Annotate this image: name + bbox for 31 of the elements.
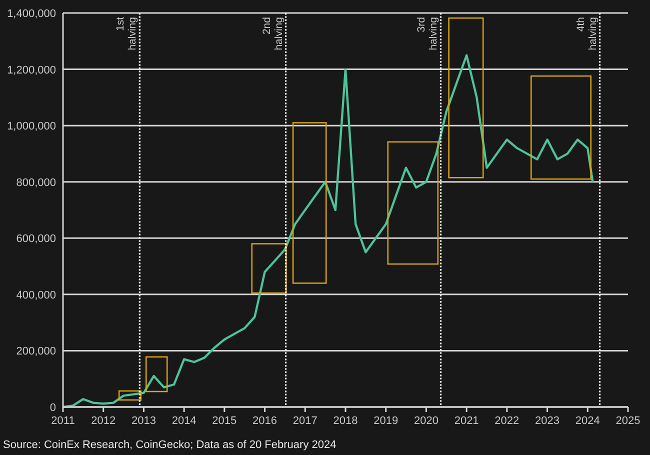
halving-label: 2nd halving (260, 17, 285, 50)
y-tick-label: 800,000 (16, 176, 56, 189)
y-tick-label: 200,000 (16, 346, 56, 358)
y-tick-label: 1,400,000 (7, 8, 56, 20)
highlight-frame (118, 390, 142, 401)
x-tick-label: 2019 (374, 415, 398, 427)
highlight-frame (145, 356, 168, 392)
y-tick-label: 600,000 (16, 233, 56, 246)
halving-label: 3rd halving (416, 17, 440, 50)
x-tick-label: 2014 (172, 415, 196, 427)
halving-label: 1st halving (114, 17, 139, 50)
x-tick-label: 2016 (252, 415, 278, 427)
x-tick-label: 2018 (333, 415, 358, 427)
x-tick-label: 2022 (494, 415, 520, 427)
x-tick-label: 2020 (414, 415, 438, 427)
x-tick-label: 2011 (51, 415, 75, 427)
y-tick-label: 1,000,000 (7, 120, 56, 133)
x-tick-label: 2015 (212, 415, 237, 427)
y-tick-label: 1,200,000 (7, 64, 56, 76)
highlight-frame (251, 243, 287, 294)
x-tick-label: 2021 (454, 415, 479, 427)
source-note: Source: CoinEx Research, CoinGecko; Data as of 20 February 2024 (2, 439, 336, 451)
x-tick-label: 2013 (131, 415, 156, 427)
y-tick-label: 0 (50, 402, 56, 414)
x-tick-label: 2012 (91, 415, 116, 427)
halving-label: 4th halving (574, 17, 599, 50)
x-tick-label: 2024 (575, 415, 600, 427)
x-tick-label: 2017 (292, 415, 318, 427)
x-tick-label: 2025 (616, 415, 640, 427)
x-tick-label: 2023 (535, 415, 560, 427)
y-tick-label: 400,000 (16, 289, 56, 302)
